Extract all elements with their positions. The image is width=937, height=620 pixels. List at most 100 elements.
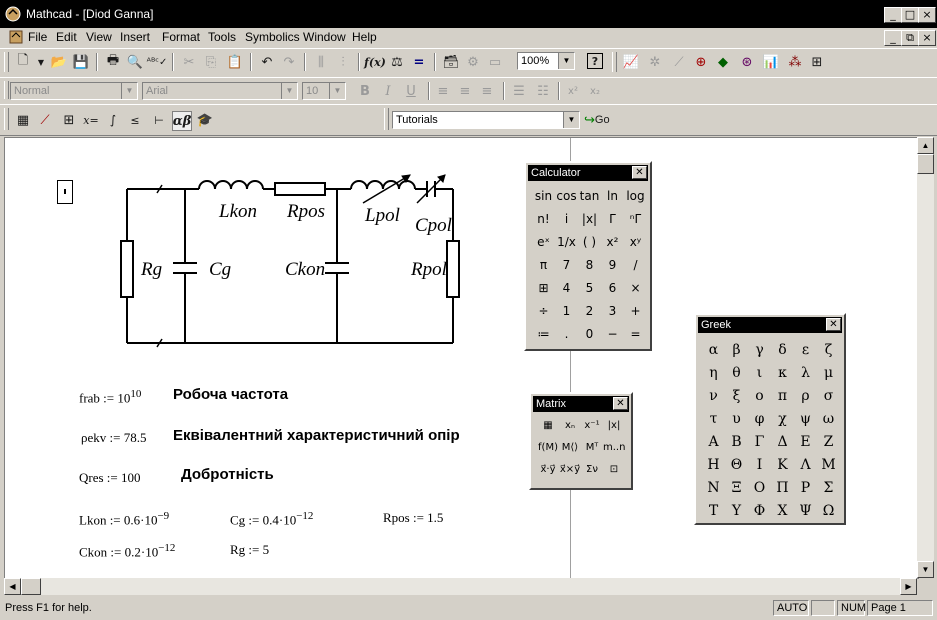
- greek-key[interactable]: ο: [748, 385, 771, 407]
- calculator-key[interactable]: .: [555, 323, 578, 345]
- open-folder-icon[interactable]: 📂: [50, 53, 68, 71]
- zoom-select[interactable]: 100% ▼: [517, 52, 575, 70]
- cg-definition[interactable]: Cg := 0.4·10−12: [230, 510, 313, 528]
- greek-key[interactable]: γ: [748, 339, 771, 361]
- menu-help[interactable]: Help: [352, 30, 377, 44]
- menu-view[interactable]: View: [86, 30, 112, 44]
- greek-key[interactable]: Α: [702, 431, 725, 453]
- vertical-scroll-thumb[interactable]: [917, 154, 934, 174]
- calculator-key[interactable]: cos: [555, 185, 578, 207]
- lkon-definition[interactable]: Lkon := 0.6·10−9: [79, 510, 169, 528]
- greek-key[interactable]: θ: [725, 362, 748, 384]
- calculator-key[interactable]: 3: [601, 300, 624, 322]
- doc-minimize-button[interactable]: _: [884, 30, 902, 46]
- horizontal-scrollbar[interactable]: ◀ ▶: [4, 578, 917, 595]
- matrix-key[interactable]: xₙ: [559, 416, 581, 436]
- greek-key[interactable]: Γ: [748, 431, 771, 453]
- calculator-key[interactable]: 1: [555, 300, 578, 322]
- calculator-key[interactable]: ⊞: [532, 277, 555, 299]
- calculator-key[interactable]: ÷: [532, 300, 555, 322]
- greek-key[interactable]: Τ: [702, 500, 725, 522]
- matrix-key[interactable]: M⟨⟩: [559, 438, 581, 458]
- greek-key[interactable]: Ι: [748, 454, 771, 476]
- menu-insert[interactable]: Insert: [120, 30, 150, 44]
- menu-file[interactable]: File: [28, 30, 47, 44]
- align-left-icon[interactable]: ≡: [434, 82, 452, 100]
- 3d-bar-icon[interactable]: ◆: [714, 53, 732, 71]
- pekv-note[interactable]: Еквівалентний характеристичний опір: [173, 427, 460, 444]
- scroll-left-button[interactable]: ◀: [4, 578, 21, 595]
- matrix-key[interactable]: x⁻¹: [581, 416, 603, 436]
- matrix-toolbar-icon[interactable]: ⊞: [60, 111, 78, 129]
- matrix-key[interactable]: ⊡: [603, 460, 625, 480]
- calculator-toolbar-icon[interactable]: ▦: [14, 111, 32, 129]
- matrix-close-button[interactable]: ✕: [613, 397, 628, 410]
- menu-format[interactable]: Format: [162, 30, 200, 44]
- greek-key[interactable]: Ο: [748, 477, 771, 499]
- copy-icon[interactable]: ⎘: [202, 53, 220, 71]
- greek-title[interactable]: Greek: [698, 317, 842, 333]
- matrix-key[interactable]: Σν: [581, 460, 603, 480]
- document-icon[interactable]: [9, 30, 23, 44]
- matrix-key[interactable]: ▦: [537, 416, 559, 436]
- matrix-key[interactable]: m..n: [603, 438, 625, 458]
- greek-key[interactable]: ι: [748, 362, 771, 384]
- greek-palette[interactable]: Greek ✕ αβγδεζ ηθικλμ νξοπρσ τυφχψω ΑΒΓΔΕΖ ΗΘ…: [694, 313, 846, 525]
- greek-key[interactable]: Μ: [817, 454, 840, 476]
- menu-window[interactable]: Window: [303, 30, 346, 44]
- menu-symbolics[interactable]: Symbolics: [245, 30, 300, 44]
- greek-key[interactable]: ν: [702, 385, 725, 407]
- greek-key[interactable]: Λ: [794, 454, 817, 476]
- tutorials-select[interactable]: Tutorials ▼: [392, 111, 580, 129]
- underline-icon[interactable]: U: [402, 82, 420, 100]
- calculus-toolbar-icon[interactable]: ∫: [104, 111, 122, 129]
- qres-definition[interactable]: Qres := 100: [79, 470, 141, 486]
- close-button[interactable]: ×: [918, 7, 936, 23]
- calculator-key[interactable]: eˣ: [532, 231, 555, 253]
- surface-plot-icon[interactable]: ⟋: [670, 53, 688, 71]
- matrix-key[interactable]: x⃗·y⃗: [537, 460, 559, 480]
- greek-key[interactable]: η: [702, 362, 725, 384]
- polar-plot-icon[interactable]: ✲: [646, 53, 664, 71]
- italic-icon[interactable]: I: [379, 82, 397, 100]
- doc-close-button[interactable]: ×: [918, 30, 936, 46]
- calculator-key[interactable]: x²: [601, 231, 624, 253]
- evaluation-toolbar-icon[interactable]: x=: [82, 111, 100, 129]
- scroll-right-button[interactable]: ▶: [900, 578, 917, 595]
- calculator-key[interactable]: i: [555, 208, 578, 230]
- greek-key[interactable]: Δ: [771, 431, 794, 453]
- save-icon[interactable]: 💾: [72, 53, 90, 71]
- patch-plot-icon[interactable]: ⊞: [808, 53, 826, 71]
- calculator-key[interactable]: +: [624, 300, 647, 322]
- greek-key[interactable]: σ: [817, 385, 840, 407]
- greek-key[interactable]: ξ: [725, 385, 748, 407]
- matrix-palette[interactable]: Matrix ✕ ▦ xₙ x⁻¹ |x| f(M) M⟨⟩ Mᵀ m..n x⃗·y⃗ x⃗×y…: [529, 392, 633, 490]
- calculate-icon[interactable]: =: [410, 53, 428, 71]
- greek-key[interactable]: ρ: [794, 385, 817, 407]
- greek-key[interactable]: π: [771, 385, 794, 407]
- greek-key[interactable]: ζ: [817, 339, 840, 361]
- greek-key[interactable]: Θ: [725, 454, 748, 476]
- greek-key[interactable]: Φ: [748, 500, 771, 522]
- frab-definition[interactable]: frab := 1010: [79, 388, 141, 406]
- vector-field-icon[interactable]: ⁂: [786, 53, 804, 71]
- qres-note[interactable]: Добротність: [181, 466, 274, 483]
- greek-close-button[interactable]: ✕: [826, 318, 841, 331]
- calculator-key[interactable]: −: [601, 323, 624, 345]
- greek-key[interactable]: ε: [794, 339, 817, 361]
- calculator-key[interactable]: ≔: [532, 323, 555, 345]
- menu-edit[interactable]: Edit: [56, 30, 77, 44]
- greek-key[interactable]: δ: [771, 339, 794, 361]
- print-icon[interactable]: 🖶: [104, 53, 122, 71]
- programming-toolbar-icon[interactable]: ⊢: [150, 111, 168, 129]
- calculator-key[interactable]: n!: [532, 208, 555, 230]
- calculator-key[interactable]: ln: [601, 185, 624, 207]
- new-dropdown-icon[interactable]: ▼: [32, 53, 50, 71]
- menu-tools[interactable]: Tools: [208, 30, 236, 44]
- insert-function-icon[interactable]: f(x): [364, 53, 386, 71]
- calculator-key[interactable]: ( ): [578, 231, 601, 253]
- calculator-key[interactable]: log: [624, 185, 647, 207]
- scroll-down-button[interactable]: ▼: [917, 561, 934, 578]
- calculator-key[interactable]: |x|: [578, 208, 601, 230]
- greek-key[interactable]: Ω: [817, 500, 840, 522]
